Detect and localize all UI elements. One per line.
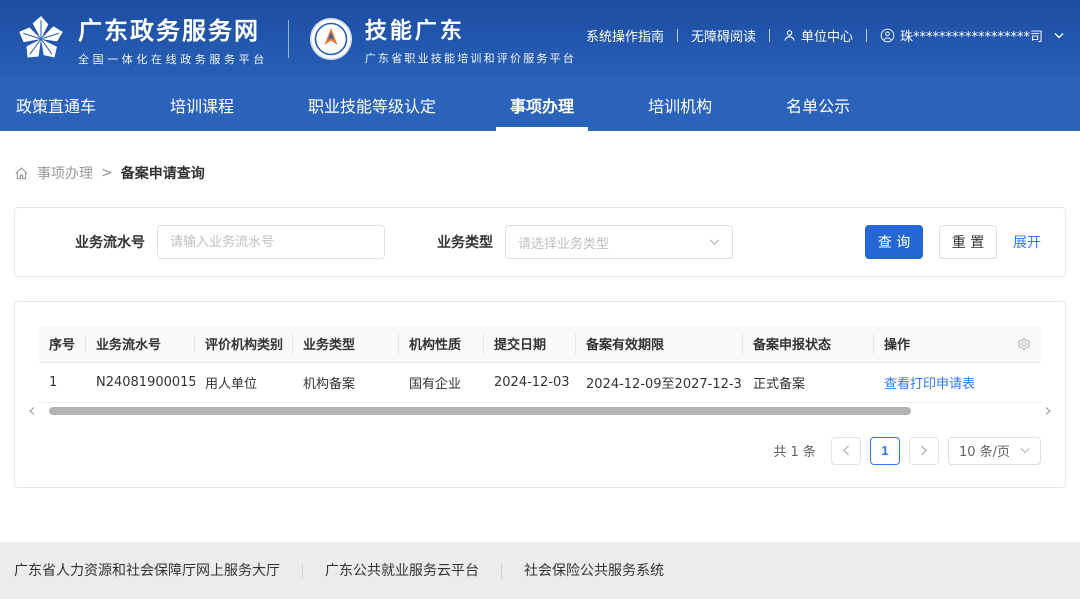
column-settings-gear-icon[interactable] — [1017, 337, 1031, 351]
accessibility-link[interactable]: 无障碍阅读 — [691, 26, 756, 45]
cell-serial: N240819000158 — [86, 362, 195, 402]
breadcrumb: 事项办理 > 备案申请查询 — [14, 163, 1066, 183]
gov-site-brand: 广东政务服务网 全国一体化在线政务服务平台 — [16, 11, 268, 67]
business-type-placeholder: 请选择业务类型 — [518, 233, 609, 252]
col-header-action: 操作 — [874, 326, 1041, 362]
business-type-label: 业务类型 — [437, 232, 493, 252]
unit-center-link[interactable]: 单位中心 — [783, 26, 853, 45]
reset-button[interactable]: 重 置 — [939, 225, 997, 259]
footer-link-social-insurance[interactable]: 社会保险公共服务系统 — [502, 563, 686, 579]
gov-pinwheel-logo-icon — [16, 14, 66, 64]
cell-status: 正式备案 — [743, 362, 874, 402]
scroll-left-arrow-icon[interactable] — [25, 407, 39, 415]
user-circle-icon — [880, 28, 895, 43]
page-size-value: 10 条/页 — [959, 441, 1010, 460]
page-size-select[interactable]: 10 条/页 — [948, 437, 1041, 465]
horizontal-scrollbar — [25, 405, 1055, 417]
page-content: 事项办理 > 备案申请查询 业务流水号 业务类型 请选择业务类型 查 询 重 置… — [0, 131, 1080, 542]
cell-org-nature: 国有企业 — [399, 362, 484, 402]
serial-number-input[interactable] — [157, 225, 385, 259]
unit-center-label: 单位中心 — [801, 26, 853, 45]
username-text: 珠******************司 — [900, 26, 1043, 45]
col-header-submit-date: 提交日期 — [484, 326, 576, 362]
table-row: 1 N240819000158 用人单位 机构备案 国有企业 2024-12-0… — [39, 362, 1041, 402]
top-utility-links: 系统操作指南 无障碍阅读 单位中心 珠******************司 — [586, 26, 1064, 45]
col-header-evaluator-category: 评价机构类别 — [195, 326, 293, 362]
search-panel: 业务流水号 业务类型 请选择业务类型 查 询 重 置 展开 — [14, 207, 1066, 277]
nav-item-training-institutions[interactable]: 培训机构 — [634, 78, 726, 131]
breadcrumb-parent[interactable]: 事项办理 — [37, 163, 93, 183]
expand-link[interactable]: 展开 — [1013, 232, 1041, 252]
cell-action: 查看打印申请表 — [874, 362, 1041, 402]
chevron-down-icon — [709, 238, 720, 246]
system-guide-label: 系统操作指南 — [586, 26, 664, 45]
top-link-separator — [677, 29, 678, 42]
nav-item-matter-handling[interactable]: 事项办理 — [496, 78, 588, 131]
site-title: 广东政务服务网 — [78, 11, 268, 46]
top-link-separator — [769, 29, 770, 42]
scrollbar-track[interactable] — [39, 406, 1041, 416]
platform-brand: 技能广东 广东省职业技能培训和评价服务平台 — [309, 13, 576, 66]
top-link-separator — [866, 29, 867, 42]
view-print-application-link[interactable]: 查看打印申请表 — [884, 377, 975, 392]
next-page-button[interactable] — [909, 437, 939, 465]
nav-item-public-list[interactable]: 名单公示 — [772, 78, 864, 131]
footer: 广东省人力资源和社会保障厅网上服务大厅 广东公共就业服务云平台 社会保险公共服务… — [0, 542, 1080, 599]
table-header-row: 序号 业务流水号 评价机构类别 业务类型 机构性质 提交日期 备案有效期限 备案… — [39, 326, 1041, 362]
breadcrumb-current: 备案申请查询 — [121, 163, 205, 183]
col-header-status: 备案申报状态 — [743, 326, 874, 362]
query-button[interactable]: 查 询 — [865, 225, 923, 259]
col-header-index: 序号 — [39, 326, 86, 362]
platform-badge-icon — [309, 17, 353, 61]
cell-valid-period: 2024-12-09至2027-12-31 — [576, 362, 743, 402]
business-type-field-group: 业务类型 请选择业务类型 — [437, 225, 733, 259]
main-navigation: 政策直通车 培训课程 职业技能等级认定 事项办理 培训机构 名单公示 — [0, 78, 1080, 131]
scroll-right-arrow-icon[interactable] — [1041, 407, 1055, 415]
person-icon — [783, 29, 796, 42]
scrollbar-thumb[interactable] — [49, 407, 911, 415]
serial-number-field-group: 业务流水号 — [75, 225, 385, 259]
col-header-org-nature: 机构性质 — [399, 326, 484, 362]
system-guide-link[interactable]: 系统操作指南 — [586, 26, 664, 45]
brand-divider — [288, 20, 289, 58]
col-header-business-type: 业务类型 — [293, 326, 399, 362]
results-panel: 序号 业务流水号 评价机构类别 业务类型 机构性质 提交日期 备案有效期限 备案… — [14, 301, 1066, 488]
platform-title: 技能广东 — [365, 13, 576, 45]
cell-business-type: 机构备案 — [293, 362, 399, 402]
home-icon[interactable] — [14, 166, 29, 181]
results-table: 序号 业务流水号 评价机构类别 业务类型 机构性质 提交日期 备案有效期限 备案… — [39, 326, 1041, 403]
nav-item-training-courses[interactable]: 培训课程 — [156, 78, 248, 131]
nav-item-skill-level-certification[interactable]: 职业技能等级认定 — [294, 78, 450, 131]
col-header-valid-period: 备案有效期限 — [576, 326, 743, 362]
top-header: 广东政务服务网 全国一体化在线政务服务平台 技能广东 广东省职业技能培训和评价服… — [0, 0, 1080, 78]
pagination: 共 1 条 1 10 条/页 — [39, 437, 1041, 465]
chevron-down-icon — [1054, 32, 1064, 39]
search-actions: 查 询 重 置 展开 — [865, 225, 1041, 259]
accessibility-label: 无障碍阅读 — [691, 26, 756, 45]
page-number-button[interactable]: 1 — [870, 437, 900, 465]
cell-submit-date: 2024-12-03 — [484, 362, 576, 402]
nav-item-policy-express[interactable]: 政策直通车 — [16, 78, 110, 131]
cell-evaluator-category: 用人单位 — [195, 362, 293, 402]
pagination-total: 共 1 条 — [773, 441, 816, 460]
cell-index: 1 — [39, 362, 86, 402]
prev-page-button[interactable] — [831, 437, 861, 465]
site-subtitle: 全国一体化在线政务服务平台 — [78, 51, 268, 67]
business-type-select[interactable]: 请选择业务类型 — [505, 225, 733, 259]
col-header-action-label: 操作 — [884, 338, 910, 353]
serial-number-label: 业务流水号 — [75, 232, 145, 252]
footer-link-employment-cloud[interactable]: 广东公共就业服务云平台 — [303, 563, 502, 579]
platform-subtitle: 广东省职业技能培训和评价服务平台 — [365, 50, 576, 66]
footer-link-hrss-hall[interactable]: 广东省人力资源和社会保障厅网上服务大厅 — [14, 563, 303, 579]
col-header-serial: 业务流水号 — [86, 326, 195, 362]
breadcrumb-separator: > — [101, 165, 113, 181]
chevron-down-icon — [1020, 447, 1030, 454]
user-account-menu[interactable]: 珠******************司 — [880, 26, 1064, 45]
